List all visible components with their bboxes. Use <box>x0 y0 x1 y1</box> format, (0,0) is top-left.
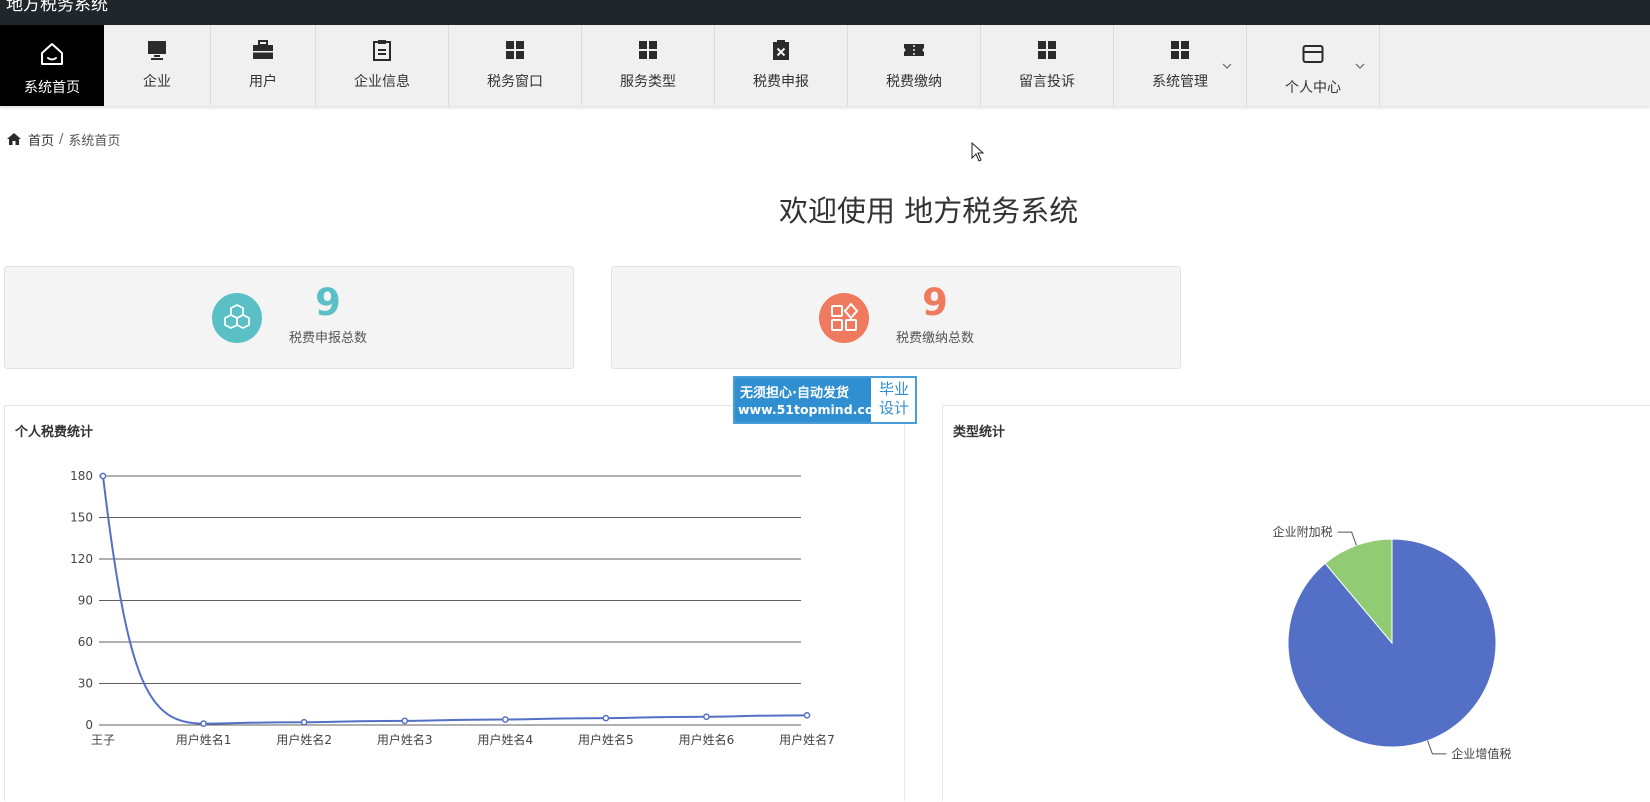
slice-label: 企业增值税 <box>1451 746 1511 761</box>
nav-label: 企业 <box>143 74 171 90</box>
stat-card-declaration: 9 税费申报总数 <box>4 266 574 369</box>
data-point <box>200 720 207 727</box>
grid-icon <box>1171 41 1189 59</box>
data-point <box>703 713 710 721</box>
x-tick-label: 用户姓名2 <box>276 732 332 747</box>
watermark-left: 无须担心·自动发货 www.51topmind.com <box>735 378 886 422</box>
stat-icon-circle <box>212 293 262 343</box>
nav-label: 个人中心 <box>1285 80 1341 96</box>
clipboard-x-icon <box>773 40 789 60</box>
x-tick-label: 用户姓名7 <box>779 732 835 747</box>
nav-item-service-type[interactable]: 服务类型 <box>582 25 715 106</box>
data-point <box>803 711 811 719</box>
watermark-banner: 无须担心·自动发货 www.51topmind.com 毕业设计 <box>733 376 917 424</box>
mouse-cursor-icon <box>971 142 985 162</box>
y-tick-label: 0 <box>85 718 93 732</box>
home-icon <box>7 133 21 145</box>
breadcrumb-home-link[interactable]: 首页 <box>28 130 54 149</box>
ticket-icon <box>904 44 924 56</box>
y-tick-label: 90 <box>78 594 93 608</box>
x-tick-label: 用户姓名5 <box>578 732 634 747</box>
watermark-right: 毕业设计 <box>878 380 909 417</box>
stat-card-payment: 9 税费缴纳总数 <box>611 266 1181 369</box>
breadcrumb-current: 系统首页 <box>68 133 121 149</box>
line-chart: 0 30 60 90 120 150 180 王子 用户姓名1 用户姓名2 用户姓名3 用户姓名4 用户… <box>70 469 835 747</box>
nav-label: 税费申报 <box>753 74 809 90</box>
stat-icon-circle <box>819 293 869 343</box>
apps-icon <box>831 302 859 331</box>
y-tick-label: 150 <box>70 511 93 525</box>
y-tick-label: 30 <box>78 677 93 691</box>
stat-label: 税费申报总数 <box>288 331 367 346</box>
x-tick-label: 用户姓名1 <box>176 732 232 747</box>
chevron-down-icon <box>1355 63 1365 69</box>
watermark-line1: 无须担心·自动发货 <box>740 386 849 401</box>
nav-label: 留言投诉 <box>1019 74 1075 90</box>
nav-label: 服务类型 <box>620 74 676 90</box>
grid-icon <box>639 41 657 59</box>
nav-item-tax-window[interactable]: 税务窗口 <box>449 25 582 106</box>
label-leader-line <box>1427 740 1447 755</box>
data-point <box>602 714 610 722</box>
x-tick-label: 用户姓名4 <box>477 732 533 747</box>
breadcrumb: 首页 / 系统首页 <box>6 130 121 149</box>
top-bar: 地方税务系统 <box>0 0 1650 25</box>
nav-item-personal-center[interactable]: 个人中心 <box>1247 25 1380 106</box>
nav-item-tax-payment[interactable]: 税费缴纳 <box>848 25 981 106</box>
nav-label: 系统首页 <box>24 80 80 96</box>
x-tick-label: 王子 <box>91 733 115 747</box>
monitor-icon <box>148 41 166 60</box>
stat-value: 9 <box>922 281 948 324</box>
y-tick-label: 120 <box>70 552 93 566</box>
card-icon <box>1302 45 1324 63</box>
home-icon <box>41 43 63 65</box>
nav-item-home[interactable]: 系统首页 <box>0 25 104 106</box>
nav-item-feedback[interactable]: 留言投诉 <box>981 25 1114 106</box>
cubes-icon <box>224 304 250 329</box>
clipboard-icon <box>373 40 391 61</box>
app-title: 地方税务系统 <box>6 0 108 15</box>
y-tick-label: 60 <box>78 635 93 649</box>
panel-type-stats: 类型统计 企业增值税 企业附加税 <box>942 405 1650 801</box>
x-tick-label: 用户姓名3 <box>377 732 433 747</box>
label-leader-line <box>1337 531 1357 546</box>
watermark-line2: www.51topmind.com <box>738 402 887 417</box>
main-nav: 系统首页 企业 用户 企业信息 税务窗口 服务类型 税费申报 税费缴纳 留言投诉… <box>0 25 1650 106</box>
panel-personal-tax-stats: 个人税费统计 0 30 60 90 120 150 180 王子 用户姓名1 用户姓名2 用户姓名3… <box>4 405 905 801</box>
pie-chart: 企业增值税 企业附加税 <box>1273 524 1512 761</box>
data-point <box>401 717 409 725</box>
nav-label: 企业信息 <box>354 74 410 90</box>
nav-label: 用户 <box>249 74 277 90</box>
data-point <box>300 718 308 726</box>
nav-label: 系统管理 <box>1152 74 1208 90</box>
x-tick-label: 用户姓名6 <box>679 732 735 747</box>
nav-item-enterprise[interactable]: 企业 <box>104 25 211 106</box>
grid-icon <box>506 41 524 59</box>
slice-label: 企业附加税 <box>1273 524 1333 539</box>
nav-label: 税务窗口 <box>487 74 543 90</box>
breadcrumb-separator: / <box>59 131 64 147</box>
nav-item-enterprise-info[interactable]: 企业信息 <box>316 25 449 106</box>
nav-label: 税费缴纳 <box>886 74 942 90</box>
stat-label: 税费缴纳总数 <box>895 331 974 346</box>
welcome-text: 欢迎使用 地方税务系统 <box>779 194 1079 228</box>
nav-item-user[interactable]: 用户 <box>211 25 316 106</box>
chevron-down-icon <box>1222 63 1232 69</box>
grid-icon <box>1038 41 1056 59</box>
nav-item-tax-declaration[interactable]: 税费申报 <box>715 25 848 106</box>
stat-value: 9 <box>315 281 341 324</box>
series-line <box>102 475 808 725</box>
briefcase-icon <box>253 40 273 59</box>
data-point <box>501 716 509 723</box>
data-point <box>99 472 107 480</box>
nav-item-system-admin[interactable]: 系统管理 <box>1114 25 1247 106</box>
y-tick-label: 180 <box>70 469 93 483</box>
